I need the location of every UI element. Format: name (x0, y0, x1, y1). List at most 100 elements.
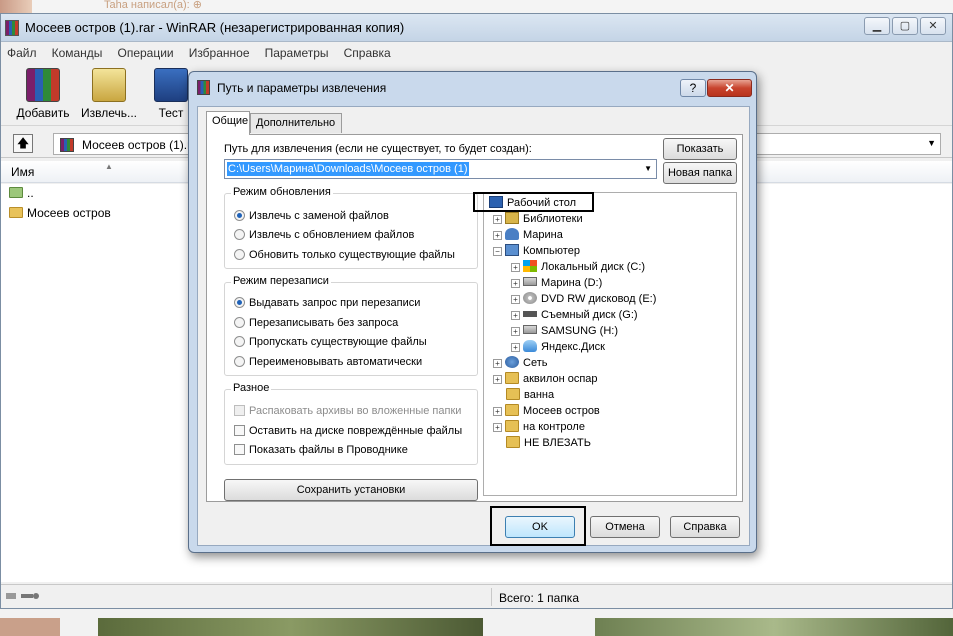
forum-photo (595, 618, 953, 636)
expand-icon[interactable]: + (511, 343, 520, 352)
tree-item-libraries[interactable]: + Библиотеки (493, 212, 583, 227)
radio[interactable] (234, 356, 245, 367)
background-forum-footer (0, 608, 953, 636)
menu-commands[interactable]: Команды (46, 43, 109, 63)
dvd-drive-icon (523, 292, 537, 304)
network-icon (505, 356, 519, 368)
overwrite-option-rename[interactable]: Переименовывать автоматически (234, 356, 422, 368)
winrar-icon (197, 80, 210, 95)
folder-icon (505, 372, 519, 384)
tree-item-computer[interactable]: − Компьютер (493, 244, 580, 259)
forum-photo (98, 618, 483, 636)
dialog-body: Общие Дополнительно Путь для извлечения … (197, 106, 750, 546)
cancel-button[interactable]: Отмена (590, 516, 660, 538)
dialog-titlebar: Путь и параметры извлечения ? ✕ (195, 78, 752, 98)
menu-options[interactable]: Параметры (259, 43, 335, 63)
checkbox[interactable] (234, 425, 245, 436)
dialog-close-button[interactable]: ✕ (707, 79, 752, 97)
expand-icon[interactable]: + (511, 263, 520, 272)
tree-item-label: SAMSUNG (H:) (541, 325, 618, 337)
chevron-down-icon[interactable]: ▼ (644, 164, 652, 173)
overwrite-option-skip[interactable]: Пропускать существующие файлы (234, 336, 427, 348)
expand-icon[interactable]: + (511, 311, 520, 320)
radio-selected[interactable] (234, 210, 245, 221)
tab-advanced[interactable]: Дополнительно (250, 113, 342, 133)
extract-button[interactable]: Извлечь... (79, 68, 139, 120)
expand-icon[interactable]: + (493, 423, 502, 432)
tree-item-drive-d[interactable]: + Марина (D:) (511, 276, 602, 291)
tree-item-folder[interactable]: + аквилон оспар (493, 372, 598, 387)
tree-item-label: НЕ ВЛЕЗАТЬ (524, 437, 591, 449)
misc-option-show-in-explorer[interactable]: Показать файлы в Проводнике (234, 444, 408, 456)
list-item[interactable]: Мосеев остров (9, 206, 111, 224)
expand-icon[interactable]: + (511, 295, 520, 304)
tree-item-folder[interactable]: НЕ ВЛЕЗАТЬ (506, 436, 591, 451)
tree-item-folder[interactable]: + Мосеев остров (493, 404, 600, 419)
maximize-button[interactable]: ▢ (892, 17, 918, 35)
update-mode-group: Режим обновления Извлечь с заменой файло… (224, 186, 478, 269)
tree-item-user[interactable]: + Марина (493, 228, 563, 243)
extract-folder-icon (92, 68, 126, 102)
radio[interactable] (234, 249, 245, 260)
radio-selected[interactable] (234, 297, 245, 308)
option-label: Распаковать архивы во вложенные папки (249, 405, 462, 417)
tree-item-drive-c[interactable]: + Локальный диск (C:) (511, 260, 645, 275)
extract-label: Извлечь... (80, 106, 137, 120)
help-button[interactable]: Справка (670, 516, 740, 538)
expand-icon[interactable]: + (493, 215, 502, 224)
radio[interactable] (234, 229, 245, 240)
tree-item-yandex-disk[interactable]: + Яндекс.Диск (511, 340, 605, 355)
update-option-replace[interactable]: Извлечь с заменой файлов (234, 210, 389, 222)
expand-icon[interactable]: + (511, 279, 520, 288)
tree-item-drive-h[interactable]: + SAMSUNG (H:) (511, 324, 618, 339)
checkbox[interactable] (234, 444, 245, 455)
tree-item-drive-e[interactable]: + DVD RW дисковод (E:) (511, 292, 656, 307)
tree-item-label: на контроле (523, 421, 585, 433)
menu-file[interactable]: Файл (1, 43, 43, 63)
minimize-button[interactable]: ▁ (864, 17, 890, 35)
option-label: Извлечь с обновлением файлов (249, 229, 415, 241)
collapse-icon[interactable]: − (493, 247, 502, 256)
extract-path-input[interactable]: C:\Users\Марина\Downloads\Мосеев остров … (224, 159, 657, 179)
option-label: Оставить на диске повреждённые файлы (249, 425, 463, 437)
add-button[interactable]: Добавить (13, 68, 73, 120)
tree-item-label: Съемный диск (G:) (541, 309, 638, 321)
up-folder-button[interactable]: 🡅 (13, 134, 33, 153)
tree-item-drive-g[interactable]: + Съемный диск (G:) (511, 308, 638, 323)
computer-icon (505, 244, 519, 256)
update-option-update[interactable]: Извлечь с обновлением файлов (234, 229, 414, 241)
extract-dialog: Путь и параметры извлечения ? ✕ Общие До… (188, 71, 757, 553)
status-separator (491, 588, 492, 606)
expand-icon[interactable]: + (493, 231, 502, 240)
menu-operations[interactable]: Операции (111, 43, 179, 63)
chevron-down-icon[interactable]: ▼ (927, 138, 936, 148)
folder-icon (9, 207, 23, 218)
radio[interactable] (234, 317, 245, 328)
expand-icon[interactable]: + (511, 327, 520, 336)
misc-option-keep-broken[interactable]: Оставить на диске повреждённые файлы (234, 425, 462, 437)
cloud-icon (523, 340, 537, 352)
radio[interactable] (234, 336, 245, 347)
new-folder-button[interactable]: Новая папка (663, 162, 737, 184)
tree-item-folder[interactable]: ванна (506, 388, 554, 403)
overwrite-option-ask[interactable]: Выдавать запрос при перезаписи (234, 297, 420, 309)
save-settings-button[interactable]: Сохранить установки (224, 479, 478, 501)
expand-icon[interactable]: + (493, 359, 502, 368)
menu-help[interactable]: Справка (338, 43, 397, 63)
folder-icon (506, 388, 520, 400)
menu-favorites[interactable]: Избранное (183, 43, 256, 63)
update-mode-title: Режим обновления (231, 186, 333, 198)
overwrite-option-without-prompt[interactable]: Перезаписывать без запроса (234, 317, 398, 329)
expand-icon[interactable]: + (493, 407, 502, 416)
tree-item-folder[interactable]: + на контроле (493, 420, 585, 435)
list-item[interactable]: .. (9, 186, 34, 204)
expand-icon[interactable]: + (493, 375, 502, 384)
column-name[interactable]: Имя (11, 165, 34, 179)
tree-item-network[interactable]: + Сеть (493, 356, 547, 371)
show-button[interactable]: Показать (663, 138, 737, 160)
dialog-help-icon-button[interactable]: ? (680, 79, 706, 97)
update-option-existing-only[interactable]: Обновить только существующие файлы (234, 249, 455, 261)
parent-folder-icon (9, 187, 23, 198)
tab-general[interactable]: Общие (206, 111, 250, 135)
main-close-button[interactable]: ✕ (920, 17, 946, 35)
